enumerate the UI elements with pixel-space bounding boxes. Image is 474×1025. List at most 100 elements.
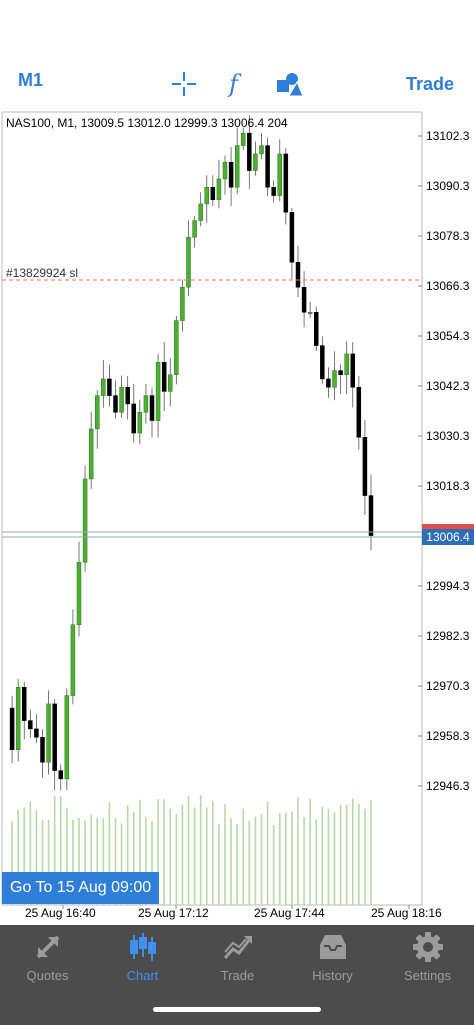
tab-label: Quotes [26,968,69,983]
plot-frame [1,111,423,906]
candle-up [46,703,51,763]
candle-down [326,378,331,388]
chart-info-line: NAS100, M1, 13009.5 13012.0 12999.3 1300… [6,116,288,130]
candle-up [70,624,76,696]
price-tick-label: 13078.3 [426,229,470,243]
price-tick-label: 13102.3 [426,129,470,143]
candle-up [137,412,143,434]
tab-chart[interactable]: Chart [95,925,190,995]
price-tick-label: 13030.3 [426,429,470,443]
candle-down [228,162,234,188]
tab-label: History [312,968,353,983]
settings-icon [413,932,443,962]
candle-down [149,395,155,421]
time-tick-label: 25 Aug 17:12 [138,906,209,920]
candle-down [28,720,33,730]
svg-text:f: f [227,70,242,98]
candle-down [107,378,112,396]
candle-down [320,345,325,380]
candle-up [95,395,100,430]
tab-settings[interactable]: Settings [380,925,474,995]
ask-price-tag [422,524,474,529]
candle-up [64,695,70,780]
candle-down [356,387,362,438]
quotes-icon [36,935,60,959]
price-axis: 13102.3 13090.3 13078.3 13066.3 13054.3 13042… [418,129,470,793]
candle-down [247,132,252,171]
candle-up [192,220,197,238]
candle-up [180,287,185,321]
trade-button[interactable]: Trade [406,74,454,95]
candle-up [155,362,161,421]
candle-up [101,378,106,396]
home-indicator [153,1007,321,1012]
time-tick-label: 25 Aug 17:44 [254,906,325,920]
price-tick-label: 13090.3 [426,179,470,193]
candle-up [234,145,240,188]
candle-down [131,403,136,434]
candle-up [174,320,179,375]
candle-down [40,737,45,763]
objects-icon[interactable] [275,70,303,98]
candle-down [34,728,39,738]
price-tick-label: 13054.3 [426,329,470,343]
candle-down [301,287,307,313]
candle-down [314,312,319,346]
candle-up [241,132,246,146]
price-tick-label: 12994.3 [426,579,470,593]
candle-down [271,187,276,196]
candle-down [9,707,15,750]
price-tick-label: 13018.3 [426,479,470,493]
price-tick-label: 12946.3 [426,779,470,793]
candle-down [22,687,27,721]
candle-up [198,203,203,221]
candle-up [277,153,282,196]
price-tick-label: 12958.3 [426,729,470,743]
candle-up [332,370,337,388]
candle-down [210,187,216,200]
candle-up [344,353,349,376]
candle-down [368,495,374,536]
tab-trade[interactable]: Trade [190,925,285,995]
candle-up [15,687,21,750]
price-chart[interactable]: #13829924 sl 13006.4 13102.3 13090.3 13078… [0,110,474,925]
candle-up [168,374,173,392]
tab-label: Trade [220,968,255,983]
price-tick-label: 12982.3 [426,629,470,643]
time-tick-label: 25 Aug 16:40 [25,906,96,920]
trade-icon [223,936,252,959]
candle-down [113,395,118,413]
candle-down [295,262,301,288]
chart-area[interactable]: #13829924 sl 13006.4 13102.3 13090.3 13078… [0,110,474,925]
candle-up [88,428,94,480]
candle-down [283,153,289,213]
chart-toolbar: M1 f Trade [0,60,474,106]
time-tick-label: 25 Aug 18:16 [371,906,442,920]
candle-up [253,153,258,171]
candle-down [161,362,167,392]
candles [9,115,374,791]
tab-quotes[interactable]: Quotes [0,925,95,995]
price-tick-label: 13042.3 [426,379,470,393]
candle-up [82,478,88,563]
history-icon [320,935,346,959]
stop-loss-label: #13829924 sl [6,266,78,280]
crosshair-icon[interactable] [170,70,198,98]
indicator-f-icon[interactable]: f [223,70,251,98]
candle-up [76,562,82,625]
candle-down [350,353,355,388]
tab-label: Settings [404,968,451,983]
price-tick-label: 13066.3 [426,279,470,293]
current-price-text: 13006.4 [426,530,470,544]
candle-up [204,187,209,205]
goto-date-button[interactable]: Go To 15 Aug 09:00 [2,872,160,904]
candle-up [119,387,124,413]
candle-up [216,178,222,200]
candle-down [338,370,343,376]
price-tick-label: 12970.3 [426,679,470,693]
timeframe-button[interactable]: M1 [18,70,43,91]
candle-down [52,703,57,771]
candle-up [307,312,313,314]
tab-history[interactable]: History [285,925,380,995]
candle-down [289,212,295,263]
